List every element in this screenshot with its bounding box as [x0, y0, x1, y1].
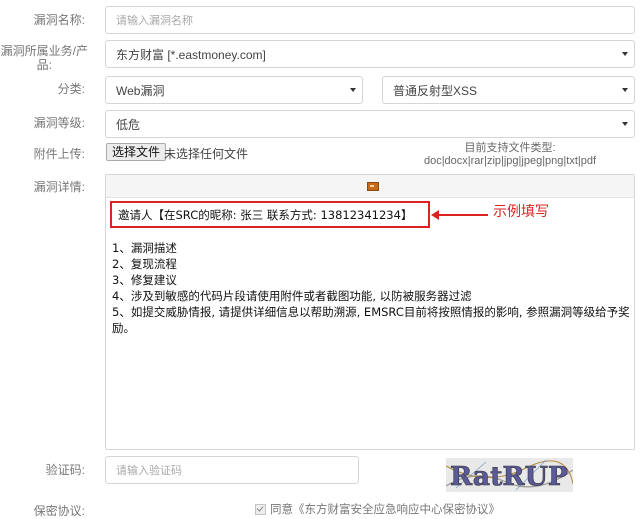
step-line: 4、涉及到敏感的代码片段请使用附件或者截图功能, 以防被服务器过滤: [112, 289, 472, 303]
captcha-input[interactable]: 请输入验证码: [105, 456, 359, 484]
category-label: 分类:: [57, 82, 85, 96]
captcha-text: RatRUP: [450, 462, 568, 492]
agreement-checkbox[interactable]: [255, 503, 266, 515]
file-types-list: doc|docx|rar|zip|jpg|jpeg|png|txt|pdf: [423, 155, 597, 167]
agreement-label: 保密协议:: [33, 504, 85, 518]
invite-line-highlight: 邀请人【在SRC的昵称: 张三 联系方式: 13812341234】: [110, 201, 430, 228]
agreement-checkbox-row[interactable]: 同意《东方财富安全应急响应中心保密协议》: [255, 501, 500, 517]
category-select-value: Web漏洞: [116, 83, 165, 98]
captcha-image[interactable]: RatRUP: [446, 458, 573, 492]
subcategory-select-value: 普通反射型XSS: [393, 83, 478, 98]
asset-label: 漏洞所属业务/产 品:: [1, 44, 88, 72]
level-select[interactable]: 低危: [105, 110, 635, 138]
invite-line-text: 邀请人【在SRC的昵称: 张三 联系方式: 13812341234】: [118, 207, 413, 222]
vuln-name-input[interactable]: 请输入漏洞名称: [105, 6, 635, 34]
captcha-label: 验证码:: [45, 463, 85, 477]
annotation-arrow-line: [436, 214, 488, 216]
chevron-down-icon: [622, 88, 628, 92]
level-label: 漏洞等级:: [33, 116, 85, 130]
detail-steps[interactable]: 1、漏洞描述 2、复现流程 3、修复建议 4、涉及到敏感的代码片段请使用附件或者…: [112, 240, 632, 336]
level-select-value: 低危: [116, 117, 141, 132]
file-types-title: 目前支持文件类型:: [464, 142, 556, 154]
detail-label: 漏洞详情:: [33, 180, 85, 194]
step-line: 2、复现流程: [112, 257, 177, 271]
asset-label-line2: 品:: [36, 58, 52, 72]
chevron-down-icon: [622, 122, 628, 126]
choose-file-button[interactable]: 选择文件: [106, 143, 167, 161]
asset-select-value: 东方财富 [*.eastmoney.com]: [116, 47, 266, 62]
step-line: 1、漏洞描述: [112, 241, 177, 255]
image-icon[interactable]: [367, 182, 379, 191]
asset-label-line1: 漏洞所属业务/产: [0, 44, 88, 58]
chevron-down-icon: [350, 88, 356, 92]
step-line: 3、修复建议: [112, 273, 177, 287]
subcategory-select[interactable]: 普通反射型XSS: [382, 76, 635, 104]
no-file-text: 未选择任何文件: [164, 147, 249, 161]
step-line: 5、如提交威胁情报, 请提供详细信息以帮助溯源, EMSRC目前将按照情报的影响…: [112, 305, 630, 335]
chevron-down-icon: [622, 52, 628, 56]
attach-label: 附件上传:: [33, 147, 85, 161]
agreement-text: 同意《东方财富安全应急响应中心保密协议》: [270, 502, 500, 516]
vuln-name-label: 漏洞名称:: [33, 13, 85, 27]
category-select[interactable]: Web漏洞: [105, 76, 363, 104]
captcha-graphic: RatRUP: [446, 458, 573, 492]
editor-toolbar: [106, 175, 634, 198]
annotation-text: 示例填写: [493, 204, 549, 220]
asset-select[interactable]: 东方财富 [*.eastmoney.com]: [105, 40, 635, 68]
